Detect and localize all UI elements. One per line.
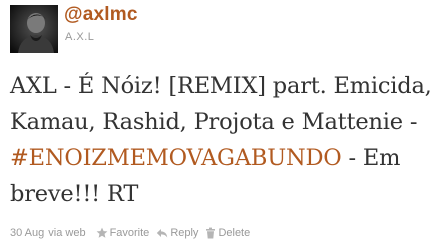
tweet-card: @axlmc A.X.L AXL - É Nóiz! [REMIX] part.… — [0, 0, 448, 246]
source-label: via web — [48, 227, 86, 239]
trash-icon — [206, 227, 216, 239]
display-name: A.X.L — [65, 31, 95, 43]
reply-label: Reply — [170, 227, 199, 239]
tweet-text-part: AXL - É Nóiz! [REMIX] part. Emicida, Kam… — [10, 73, 432, 135]
timestamp-link[interactable]: 30 Aug — [10, 227, 44, 239]
star-icon — [96, 227, 107, 238]
reply-arrow-icon — [157, 229, 168, 238]
avatar-photo — [10, 5, 58, 53]
reply-button[interactable]: Reply — [156, 227, 198, 239]
screen-name-link[interactable]: @axlmc — [64, 4, 138, 26]
tweet-meta-row: 30 Aug via web Favorite Reply Delete — [10, 227, 250, 239]
delete-button[interactable]: Delete — [205, 227, 250, 239]
avatar[interactable] — [10, 5, 58, 53]
favorite-button[interactable]: Favorite — [96, 227, 150, 239]
hashtag-link[interactable]: #ENOIZMEMOVAGABUNDO — [10, 145, 342, 171]
favorite-label: Favorite — [109, 227, 150, 239]
tweet-text: AXL - É Nóiz! [REMIX] part. Emicida, Kam… — [10, 68, 446, 212]
delete-label: Delete — [218, 227, 251, 239]
